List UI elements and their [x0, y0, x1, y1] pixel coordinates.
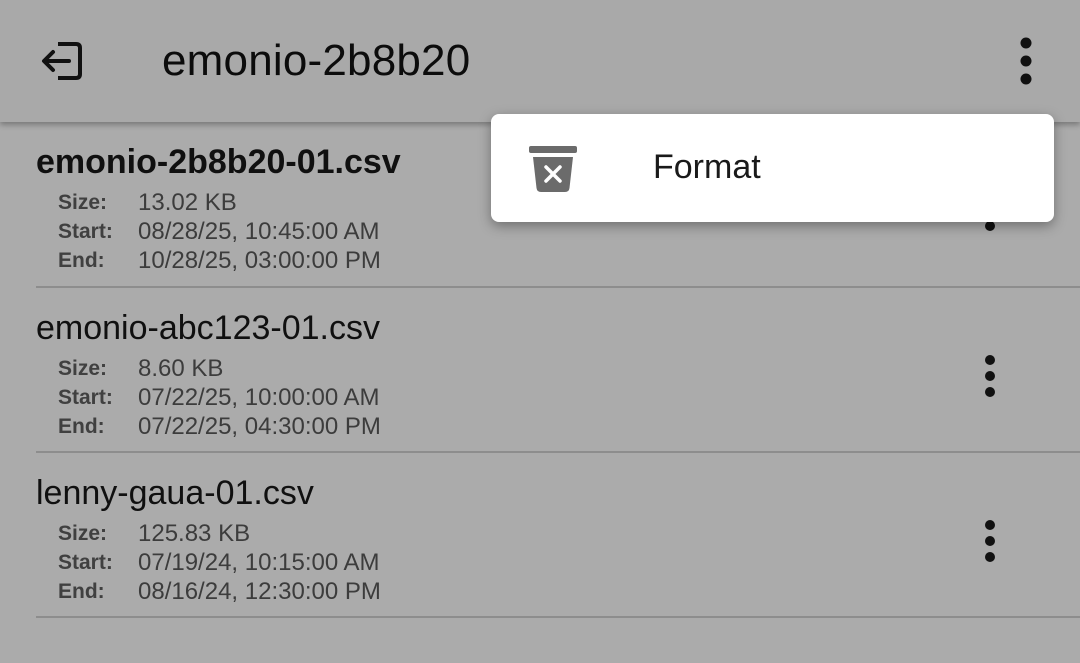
more-vert-icon: [985, 520, 995, 562]
file-item[interactable]: lenny-gaua-01.csv Size: 125.83 KB Start:…: [36, 453, 1080, 618]
size-label: Size:: [58, 191, 108, 214]
file-details: Size: 8.60 KB Start: 07/22/25, 10:00:00 …: [58, 354, 381, 441]
size-label: Size:: [58, 522, 108, 545]
end-value: 08/16/24, 12:30:00 PM: [138, 578, 381, 605]
file-menu-button[interactable]: [972, 348, 1008, 404]
start-value: 07/22/25, 10:00:00 AM: [138, 384, 380, 411]
popup-menu: Format: [491, 114, 1054, 222]
end-label: End:: [58, 580, 105, 603]
format-menu-item[interactable]: Format: [491, 114, 1054, 222]
size-label: Size:: [58, 357, 108, 380]
start-value: 08/28/25, 10:45:00 AM: [138, 218, 380, 245]
exit-button[interactable]: [30, 36, 94, 86]
more-vert-icon: [985, 355, 995, 397]
delete-x-icon: [529, 146, 577, 192]
format-label: Format: [653, 148, 761, 186]
file-name: emonio-abc123-01.csv: [36, 309, 380, 347]
file-details: Size: 125.83 KB Start: 07/19/24, 10:15:0…: [58, 519, 381, 606]
end-value: 10/28/25, 03:00:00 PM: [138, 247, 381, 274]
file-name: emonio-2b8b20-01.csv: [36, 143, 401, 181]
exit-icon: [42, 42, 82, 80]
size-value: 13.02 KB: [138, 189, 237, 216]
page-title: emonio-2b8b20: [162, 36, 471, 85]
start-label: Start:: [58, 386, 113, 409]
size-value: 8.60 KB: [138, 355, 224, 382]
start-value: 07/19/24, 10:15:00 AM: [138, 549, 380, 576]
screen: emonio-2b8b20 emonio-2b8b20-01.csv Size:…: [0, 0, 1080, 663]
start-label: Start:: [58, 551, 113, 574]
more-vert-icon: [1020, 37, 1032, 85]
overflow-menu-button[interactable]: [1006, 30, 1046, 92]
file-item[interactable]: emonio-abc123-01.csv Size: 8.60 KB Start…: [36, 288, 1080, 453]
file-name: lenny-gaua-01.csv: [36, 474, 314, 512]
app-bar: emonio-2b8b20: [0, 0, 1080, 122]
file-details: Size: 13.02 KB Start: 08/28/25, 10:45:00…: [58, 188, 381, 275]
end-value: 07/22/25, 04:30:00 PM: [138, 413, 381, 440]
end-label: End:: [58, 415, 105, 438]
file-menu-button[interactable]: [972, 513, 1008, 569]
size-value: 125.83 KB: [138, 520, 251, 547]
end-label: End:: [58, 249, 105, 272]
start-label: Start:: [58, 220, 113, 243]
